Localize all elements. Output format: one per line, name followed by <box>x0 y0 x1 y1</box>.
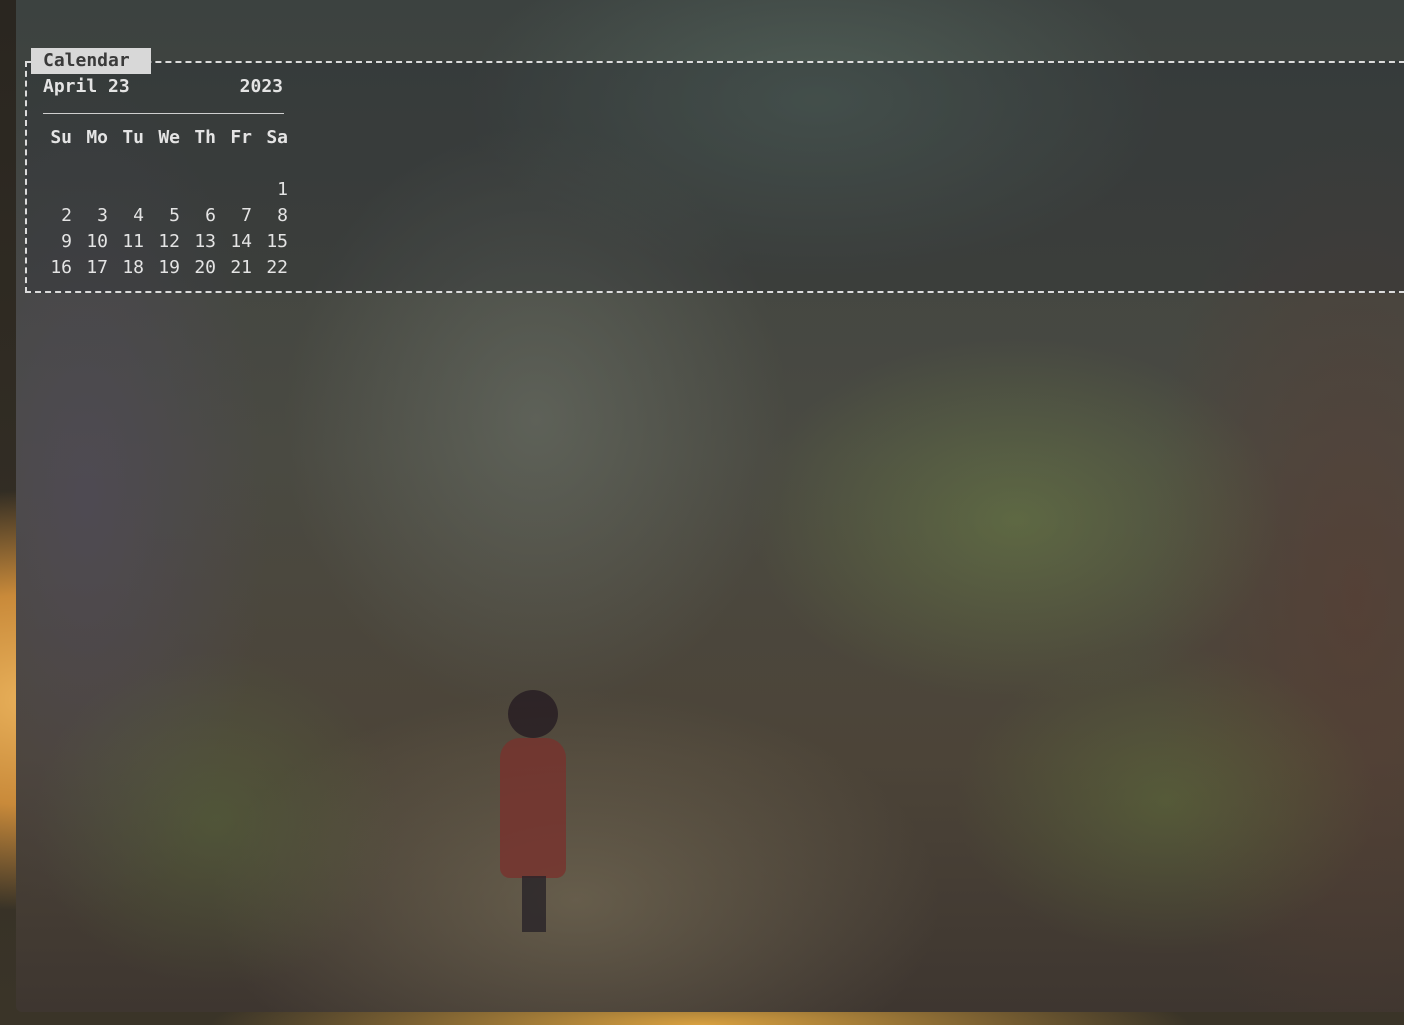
calendar-day <box>40 179 76 205</box>
calendar-day: 4 <box>133 205 144 226</box>
calendar-day: 11 <box>122 231 144 252</box>
figure-dress <box>500 738 566 878</box>
figure-legs <box>522 876 546 932</box>
calendar-day: 20 <box>194 257 216 278</box>
calendar-month-day: April 23 <box>43 76 130 97</box>
calendar-blank-row <box>220 153 256 179</box>
calendar-day: 7 <box>241 205 252 226</box>
calendar-day: 18 <box>122 257 144 278</box>
calendar-day: 8 <box>277 205 288 226</box>
calendar-blank-row <box>40 153 76 179</box>
calendar-blank-row <box>256 153 292 179</box>
calendar-blank-row <box>76 153 112 179</box>
weekday-header: Mo <box>86 127 108 148</box>
calendar-day <box>112 179 148 205</box>
weekday-header: Su <box>50 127 72 148</box>
calendar-day: 15 <box>266 231 288 252</box>
background-figure <box>500 690 570 940</box>
calendar-blank-row <box>148 153 184 179</box>
calendar-day <box>184 179 220 205</box>
calendar-day: 22 <box>266 257 288 278</box>
weekday-header: Tu <box>122 127 144 148</box>
calendar-day: 13 <box>194 231 216 252</box>
weekday-header: Th <box>194 127 216 148</box>
calendar-grid: Su Mo Tu We Th Fr Sa 1 2 3 4 5 6 7 8 9 1… <box>40 127 292 283</box>
calendar-day: 2 <box>61 205 72 226</box>
calendar-day: 6 <box>205 205 216 226</box>
calendar-day: 14 <box>230 231 252 252</box>
weekday-header: We <box>158 127 180 148</box>
weekday-header: Fr <box>230 127 252 148</box>
figure-head <box>508 690 558 738</box>
calendar-day: 3 <box>97 205 108 226</box>
weekday-header: Sa <box>266 127 288 148</box>
calendar-panel-title: Calendar <box>31 48 151 74</box>
calendar-day: 5 <box>169 205 180 226</box>
calendar-day: 9 <box>61 231 72 252</box>
calendar-day: 19 <box>158 257 180 278</box>
calendar-day: 12 <box>158 231 180 252</box>
calendar-day: 21 <box>230 257 252 278</box>
calendar-day: 17 <box>86 257 108 278</box>
calendar-header: April 23 2023 <box>43 76 283 97</box>
calendar-divider <box>43 113 284 114</box>
calendar-year: 2023 <box>239 76 283 97</box>
terminal-window[interactable]: Calendar April 23 2023 Su Mo Tu We Th Fr… <box>16 0 1404 1012</box>
calendar-day: 1 <box>277 179 288 200</box>
calendar-day <box>148 179 184 205</box>
calendar-day <box>76 179 112 205</box>
calendar-blank-row <box>112 153 148 179</box>
calendar-day: 10 <box>86 231 108 252</box>
calendar-blank-row <box>184 153 220 179</box>
calendar-day <box>220 179 256 205</box>
calendar-day: 16 <box>50 257 72 278</box>
